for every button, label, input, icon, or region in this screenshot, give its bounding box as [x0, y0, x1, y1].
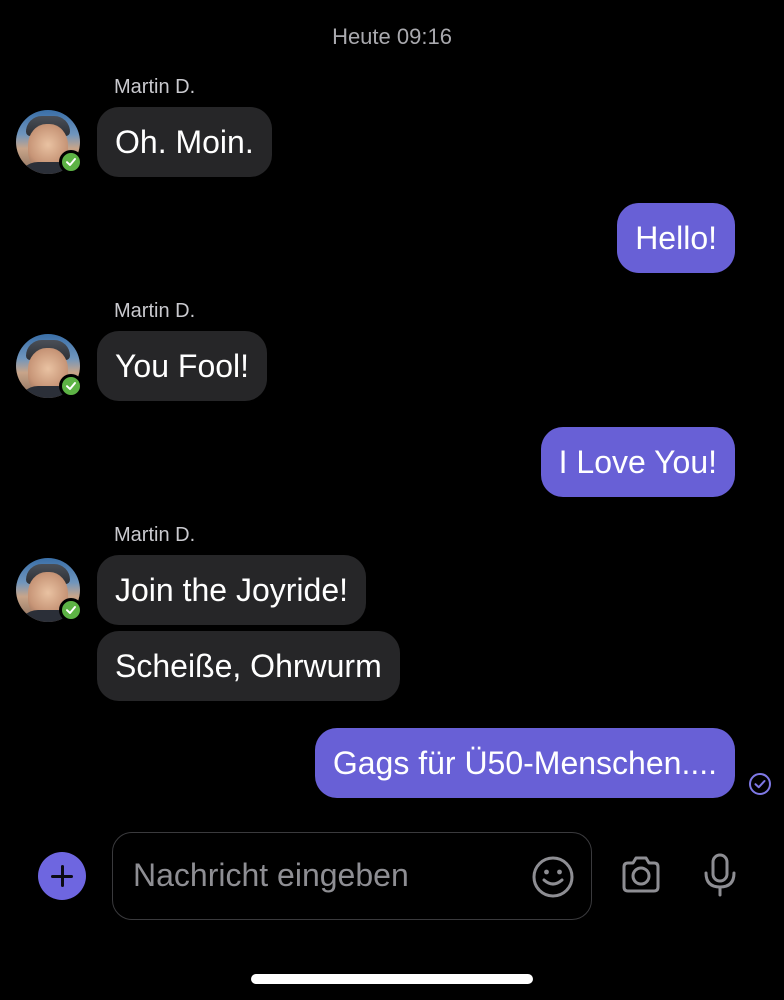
outgoing-message[interactable]: I Love You!	[540, 427, 735, 497]
message-input-placeholder: Nachricht eingeben	[133, 857, 409, 893]
home-indicator[interactable]	[251, 974, 533, 984]
read-receipt-icon	[748, 772, 772, 796]
microphone-icon[interactable]	[700, 852, 740, 898]
avatar[interactable]	[16, 110, 83, 174]
conversation-timestamp: Heute 09:16	[332, 24, 452, 49]
verified-check-icon	[59, 598, 83, 622]
message-input[interactable]: Nachricht eingeben	[112, 832, 592, 920]
plus-icon[interactable]	[38, 852, 86, 900]
incoming-message[interactable]: Oh. Moin.	[97, 107, 272, 177]
sender-name: Martin D.	[114, 300, 196, 322]
incoming-message[interactable]: You Fool!	[97, 331, 268, 401]
sender-name: Martin D.	[114, 76, 196, 98]
sender-name: Martin D.	[114, 524, 196, 546]
verified-check-icon	[59, 150, 83, 174]
avatar[interactable]	[16, 558, 83, 622]
incoming-message[interactable]: Scheiße, Ohrwurm	[97, 631, 400, 701]
camera-icon[interactable]	[618, 852, 664, 898]
outgoing-message[interactable]: Gags für Ü50-Menschen....	[314, 728, 735, 798]
incoming-message[interactable]: Join the Joyride!	[97, 555, 367, 625]
smiley-icon[interactable]	[531, 855, 575, 899]
avatar[interactable]	[16, 334, 83, 398]
verified-check-icon	[59, 374, 83, 398]
outgoing-message[interactable]: Hello!	[617, 203, 735, 273]
